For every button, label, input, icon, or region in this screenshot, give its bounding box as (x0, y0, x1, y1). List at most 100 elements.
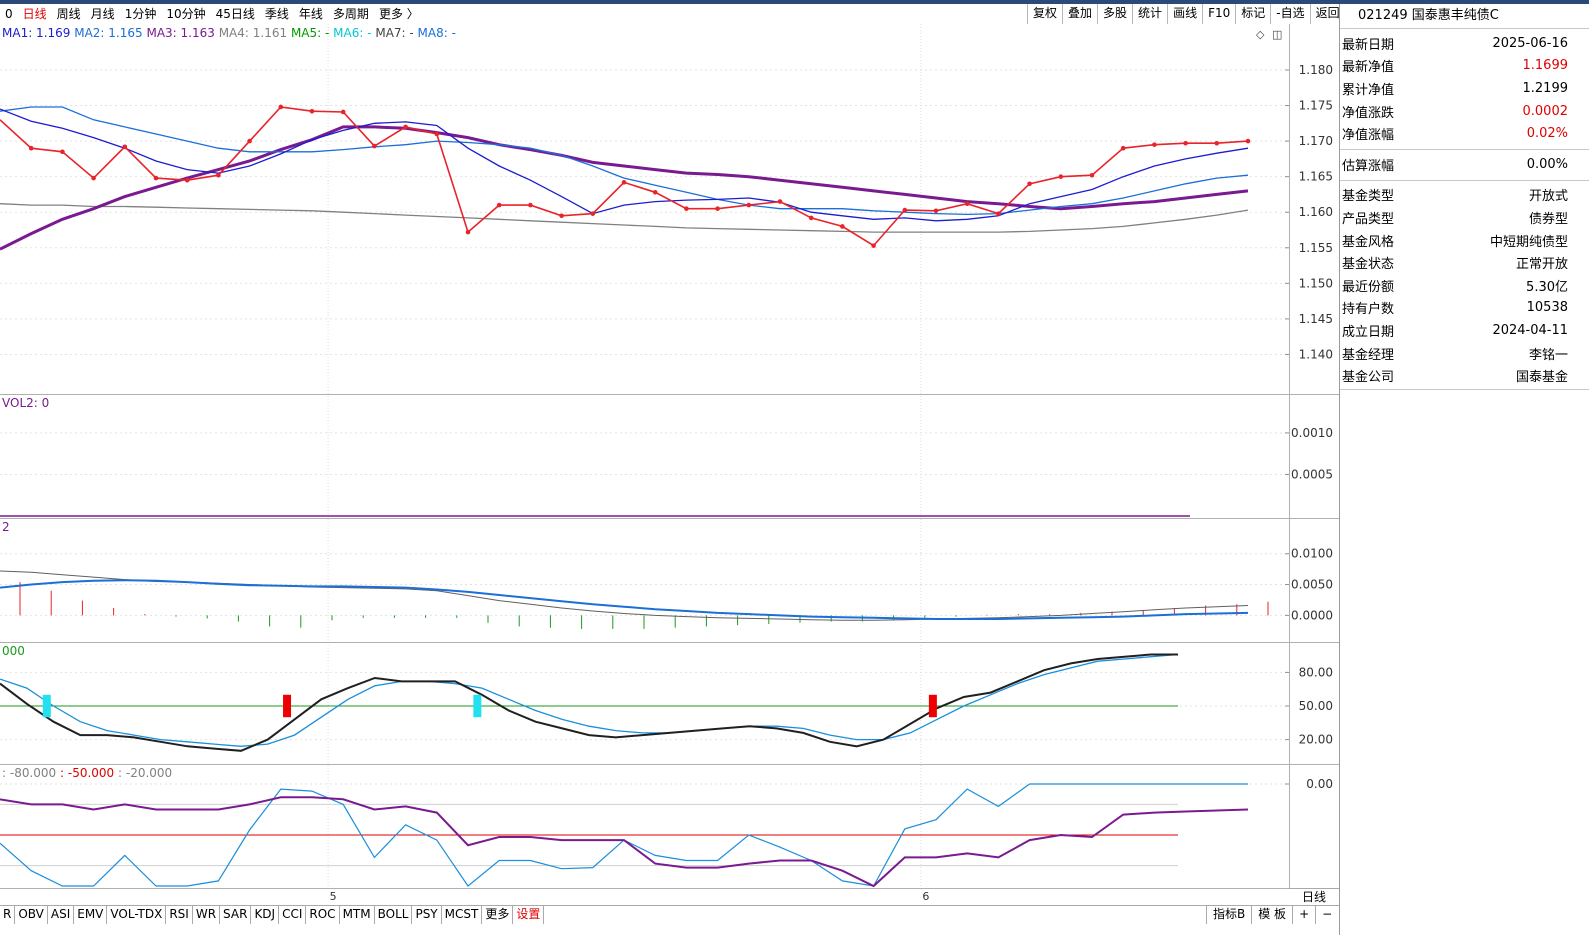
nav-point (340, 109, 346, 115)
period-indicator: 日线 (1289, 888, 1339, 905)
toolbar-button[interactable]: -自选 (1270, 4, 1309, 24)
indicator-tab[interactable]: CCI (279, 906, 307, 924)
indicator-tab[interactable]: WR (193, 906, 221, 924)
toolbar-button[interactable]: 统计 (1132, 4, 1167, 24)
panel-legend: 2 (2, 520, 10, 534)
x-tick-label: 6 (922, 890, 929, 903)
toolbar-button[interactable]: 叠加 (1062, 4, 1097, 24)
period-tab[interactable]: 月线 (86, 4, 120, 24)
info-label: 基金类型 (1342, 189, 1395, 205)
y-tick-label: 1.145 (1299, 312, 1333, 326)
indicator-tab[interactable]: ROC (306, 906, 340, 924)
nav-point (153, 175, 159, 181)
indicator-tab[interactable]: SAR (220, 906, 252, 924)
period-tab[interactable]: 季线 (260, 4, 294, 24)
toolbar-button[interactable]: 多股 (1097, 4, 1132, 24)
info-row: 产品类型 债券型 (1340, 206, 1589, 229)
diamond-icon[interactable]: ◇ (1256, 28, 1265, 41)
indicator-tab[interactable]: MTM (340, 906, 375, 924)
nav-point (60, 149, 65, 155)
series-d (0, 653, 1179, 747)
nav-point (808, 215, 814, 221)
indicator-tab[interactable]: PSY (412, 906, 442, 924)
nav-point (278, 104, 284, 110)
nav-point (1027, 181, 1032, 187)
series-wr2 (0, 796, 1249, 888)
nav-point (964, 201, 970, 206)
nav-point (28, 145, 34, 151)
panel-legend: 000 (2, 644, 25, 658)
layout-icon[interactable]: ◫ (1272, 28, 1282, 41)
info-group-estimate: 估算涨幅 0.00% (1340, 153, 1589, 176)
legend-entry: MA6: - (329, 26, 371, 40)
indicator-tabs: R OBV ASI EMV VOL-TDX RSI WR SAR KDJ CCI ROC MTM BOL… (0, 905, 1339, 924)
y-tick-label: 20.00 (1299, 733, 1333, 747)
y-tick-label: 80.00 (1299, 665, 1333, 679)
indicator-tab[interactable]: OBV (15, 906, 48, 924)
indicator-tab[interactable]: BOLL (375, 906, 413, 924)
indicator-right-tab[interactable]: − (1315, 906, 1338, 924)
nav-point (652, 190, 658, 195)
indicator-tab[interactable]: 更多 (482, 906, 514, 924)
y-tick-label: 1.175 (1299, 99, 1333, 113)
nav-point (871, 243, 876, 248)
info-row: 净值涨跌 0.0002 (1340, 100, 1589, 123)
period-tab[interactable]: 年线 (294, 4, 328, 24)
nav-point (902, 207, 908, 213)
toolbar-button[interactable]: 标记 (1235, 4, 1270, 24)
y-tick-label: 1.155 (1299, 241, 1333, 255)
indicator-tab[interactable]: RSI (166, 906, 193, 924)
indicator-tab[interactable]: EMV (74, 906, 108, 924)
series-ma2 (0, 106, 1249, 216)
chart-area[interactable]: 1.180 1.175 1.170 1.165 1.160 1.155 1.150 1.145… (0, 24, 1339, 905)
kdj-signal-sell (473, 694, 482, 718)
info-group-nav: 最新日期 2025-06-16 最新净值 1.1699 累计净值 1.2199 净值涨跌 0.… (1340, 29, 1589, 145)
period-tab[interactable]: 周线 (52, 4, 86, 24)
divider (1340, 388, 1589, 390)
period-tab[interactable]: 45日线 (211, 4, 260, 24)
y-tick-label: 0.0010 (1291, 426, 1333, 440)
info-value: 开放式 (1528, 189, 1568, 205)
period-tab[interactable]: 0 (0, 4, 18, 24)
series-dif (0, 570, 1249, 621)
info-value: 正常开放 (1515, 257, 1568, 273)
indicator-tab[interactable]: MCST (442, 906, 483, 924)
toolbar-button[interactable]: 画线 (1167, 4, 1202, 24)
indicator-right-tab[interactable]: + (1292, 906, 1315, 924)
info-label: 持有户数 (1342, 302, 1395, 318)
period-tab[interactable]: 1分钟 (120, 4, 162, 24)
indicator-right-tab[interactable]: 模 板 (1251, 906, 1292, 924)
divider (1340, 148, 1589, 150)
period-tab[interactable]: 日线 (18, 4, 52, 24)
info-row: 最近份额 5.30亿 (1340, 274, 1589, 297)
indicator-tab[interactable]: 设置 (513, 906, 545, 924)
y-tick-label: 1.160 (1299, 205, 1333, 219)
nav-point (247, 138, 252, 144)
indicator-tab[interactable]: ASI (48, 906, 75, 924)
indicator-tab[interactable]: VOL-TDX (107, 906, 167, 924)
toolbar-button[interactable]: F10 (1202, 4, 1235, 24)
info-label: 估算涨幅 (1342, 158, 1395, 174)
panel-legend: : -80.000 : -50.000 : -20.000 (2, 766, 172, 780)
info-value: 5.30亿 (1526, 279, 1568, 295)
nav-point (216, 172, 221, 178)
info-row: 估算涨幅 0.00% (1340, 153, 1589, 176)
period-tab[interactable]: 多周期 (328, 4, 374, 24)
indicator-right-tab[interactable]: 指标B (1206, 906, 1251, 924)
kdj-signal-sell (42, 694, 51, 718)
legend-entry: VOL2: 0 (2, 396, 49, 410)
info-value: 债券型 (1528, 211, 1568, 227)
period-tab[interactable]: 10分钟 (161, 4, 210, 24)
nav-point (996, 211, 1001, 216)
indicator-tab[interactable]: KDJ (251, 906, 280, 924)
period-tab[interactable]: 更多 〉 (374, 4, 424, 24)
legend-entry: : -20.000 (114, 766, 172, 780)
info-value: 中短期纯债型 (1489, 234, 1568, 250)
info-value: 1.2199 (1522, 80, 1569, 96)
info-label: 最新日期 (1342, 37, 1395, 53)
fund-title: 021249 国泰惠丰纯债C (1340, 4, 1589, 29)
nav-point (1058, 174, 1064, 179)
info-value: 0.00% (1526, 156, 1568, 172)
toolbar-button[interactable]: 复权 (1027, 4, 1062, 24)
indicator-tab[interactable]: R (0, 906, 16, 924)
